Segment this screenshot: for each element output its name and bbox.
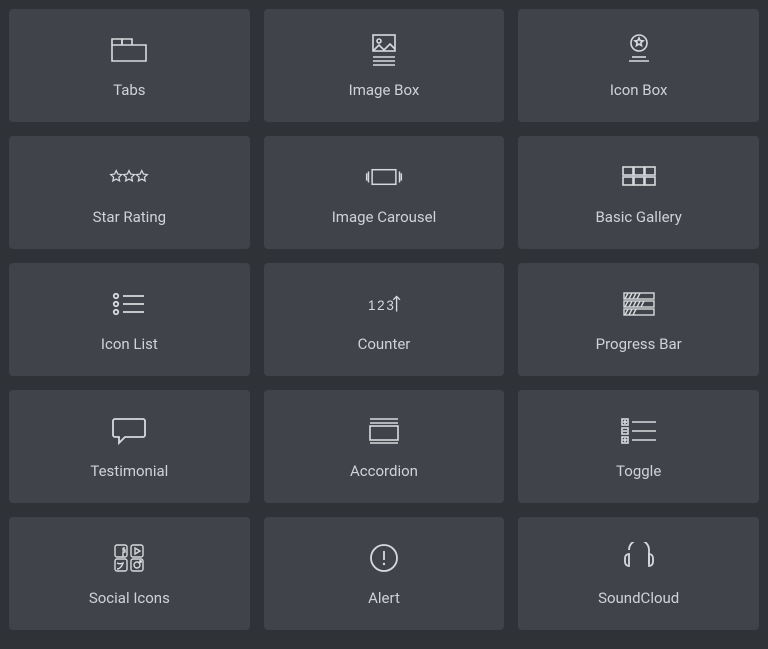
counter-icon: 123 — [363, 287, 405, 321]
widget-label: Counter — [358, 335, 411, 353]
widget-label: Testimonial — [90, 462, 168, 480]
widget-basic-gallery[interactable]: Basic Gallery — [518, 136, 759, 249]
accordion-icon — [363, 414, 405, 448]
alert-icon — [363, 541, 405, 575]
widget-label: SoundCloud — [598, 589, 679, 607]
widget-progress-bar[interactable]: Progress Bar — [518, 263, 759, 376]
widget-star-rating[interactable]: Star Rating — [9, 136, 250, 249]
widget-accordion[interactable]: Accordion — [264, 390, 505, 503]
toggle-icon — [618, 414, 660, 448]
widget-social-icons[interactable]: Social Icons — [9, 517, 250, 630]
widget-label: Tabs — [113, 81, 145, 99]
widget-label: Icon List — [101, 335, 158, 353]
widget-icon-box[interactable]: Icon Box — [518, 9, 759, 122]
widget-label: Accordion — [350, 462, 418, 480]
widget-label: Social Icons — [89, 589, 170, 607]
widget-label: Alert — [368, 589, 400, 607]
widget-icon-list[interactable]: Icon List — [9, 263, 250, 376]
widget-label: Progress Bar — [596, 335, 682, 353]
widget-label: Toggle — [616, 462, 661, 480]
basic-gallery-icon — [618, 160, 660, 194]
tabs-icon — [108, 33, 150, 67]
progress-bar-icon — [618, 287, 660, 321]
testimonial-icon — [108, 414, 150, 448]
widget-label: Basic Gallery — [595, 208, 681, 226]
svg-text:123: 123 — [368, 297, 395, 312]
star-rating-icon — [108, 160, 150, 194]
widget-soundcloud[interactable]: SoundCloud — [518, 517, 759, 630]
widget-label: Star Rating — [93, 208, 166, 226]
widget-label: Icon Box — [610, 81, 668, 99]
social-icons-icon — [108, 541, 150, 575]
widget-label: Image Box — [349, 81, 420, 99]
widget-toggle[interactable]: Toggle — [518, 390, 759, 503]
widget-tabs[interactable]: Tabs — [9, 9, 250, 122]
widget-grid: Tabs Image Box Icon Box — [0, 0, 768, 639]
widget-counter[interactable]: 123 Counter — [264, 263, 505, 376]
widget-image-carousel[interactable]: Image Carousel — [264, 136, 505, 249]
widget-image-box[interactable]: Image Box — [264, 9, 505, 122]
widget-alert[interactable]: Alert — [264, 517, 505, 630]
widget-label: Image Carousel — [332, 208, 437, 226]
image-carousel-icon — [363, 160, 405, 194]
soundcloud-icon — [618, 541, 660, 575]
widget-testimonial[interactable]: Testimonial — [9, 390, 250, 503]
image-box-icon — [363, 33, 405, 67]
icon-box-icon — [618, 33, 660, 67]
icon-list-icon — [108, 287, 150, 321]
